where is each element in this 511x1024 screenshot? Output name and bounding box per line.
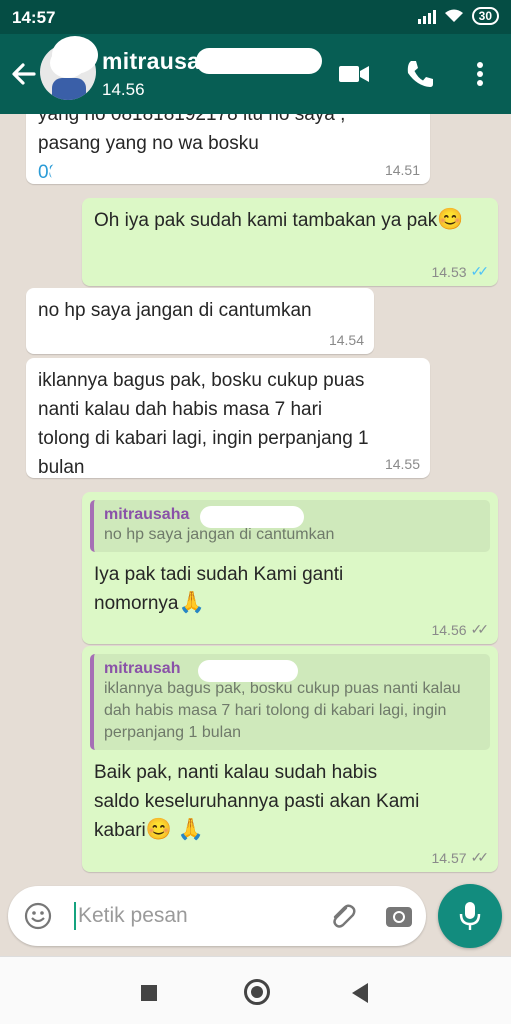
last-seen: 14.56 (102, 80, 145, 99)
redaction-mark (52, 36, 98, 74)
message-bubble-outgoing[interactable]: Oh iya pak sudah kami tambakan ya pak😊 1… (82, 198, 498, 286)
more-options-icon[interactable] (462, 56, 498, 92)
message-text: Oh iya pak sudah kami tambakan ya pak (94, 210, 438, 231)
status-bar: 14:57 30 (0, 0, 511, 34)
message-composer: Ketik pesan (8, 886, 426, 946)
message-time: 14.55 (384, 456, 420, 472)
message-time: 14.57 (431, 849, 467, 866)
quoted-message[interactable]: mitrausaha no hp saya jangan di cantumka… (90, 500, 490, 552)
emoji-picker-icon[interactable] (24, 902, 52, 930)
smile-emoji-icon: 😊 (437, 208, 464, 231)
signal-icon (417, 8, 436, 24)
message-text: pasang yang no wa bosku (38, 133, 259, 154)
message-bubble-outgoing[interactable]: mitrausaha no hp saya jangan di cantumka… (82, 492, 498, 644)
redaction-mark (196, 48, 322, 74)
voice-record-button[interactable] (438, 884, 502, 948)
attach-icon[interactable] (326, 900, 358, 932)
chat-header: mitrausahamandiri 14.56 (0, 34, 511, 114)
message-text: iklannya bagus pak, bosku cukup puas nan… (38, 370, 369, 478)
delivered-receipt-icon: ✓✓ (470, 621, 490, 637)
message-time: 14.51 (384, 162, 420, 178)
quoted-text: iklannya bagus pak, bosku cukup puas nan… (104, 680, 461, 741)
message-time: 14.54 (328, 332, 364, 348)
message-text: no hp saya jangan di cantumkan (38, 300, 312, 321)
message-bubble-incoming[interactable]: iklannya bagus pak, bosku cukup puas nan… (26, 358, 430, 478)
chat-area[interactable]: yang no 081818192178 itu no saya , pasan… (0, 114, 511, 880)
message-bubble-incoming[interactable]: yang no 081818192178 itu no saya , pasan… (26, 114, 430, 184)
text-cursor (74, 902, 76, 930)
message-time: 14.56 (431, 621, 467, 638)
message-text: yang no 081818192178 itu no saya , (38, 114, 346, 125)
message-text: Iya pak tadi sudah Kami ganti nomornya (94, 564, 344, 614)
quoted-message[interactable]: mitrausah iklannya bagus pak, bosku cuku… (90, 654, 490, 750)
camera-icon[interactable] (384, 901, 414, 931)
smile-and-folded-hands-emoji-icon: 😊 🙏 (145, 818, 204, 841)
video-call-icon[interactable] (336, 56, 372, 92)
message-time: 14.53 (431, 263, 467, 280)
voice-call-icon[interactable] (402, 56, 438, 92)
microphone-icon (459, 902, 481, 930)
read-receipt-icon: ✓✓ (470, 263, 490, 279)
back-arrow-icon[interactable] (8, 56, 38, 92)
message-bubble-outgoing[interactable]: mitrausah iklannya bagus pak, bosku cuku… (82, 646, 498, 872)
redaction-mark (200, 506, 304, 528)
redaction-mark (198, 660, 298, 682)
back-button[interactable] (352, 983, 368, 1003)
delivered-receipt-icon: ✓✓ (470, 849, 490, 865)
redaction-mark (50, 162, 230, 182)
status-time: 14:57 (12, 8, 56, 27)
message-text: Baik pak, nanti kalau sudah habis saldo … (94, 762, 420, 841)
battery-icon: 30 (471, 7, 499, 25)
recents-button[interactable] (141, 985, 157, 1001)
status-icons: 30 (417, 7, 499, 25)
system-navigation-bar (0, 956, 511, 1024)
folded-hands-emoji-icon: 🙏 (178, 591, 205, 614)
message-bubble-incoming[interactable]: no hp saya jangan di cantumkan 14.54 (26, 288, 374, 354)
wifi-icon (444, 9, 463, 22)
message-input[interactable]: Ketik pesan (78, 904, 188, 928)
home-button[interactable] (244, 979, 270, 1005)
